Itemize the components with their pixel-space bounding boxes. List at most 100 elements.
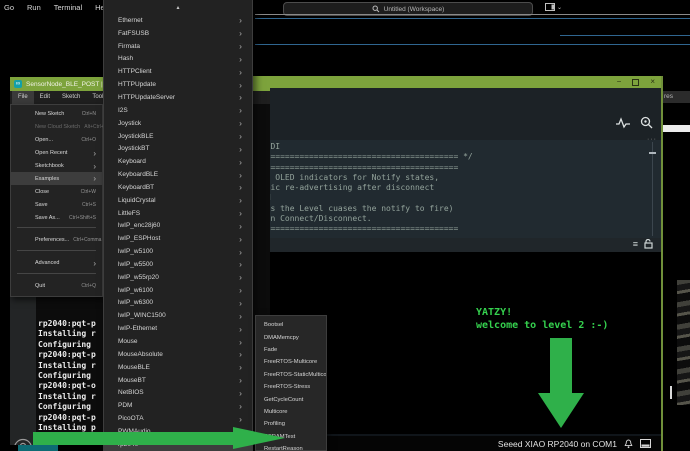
arduino-app-icon: ∞ bbox=[14, 80, 22, 88]
file-menu-item[interactable]: Preferences... Ctrl+Comma bbox=[11, 234, 102, 247]
examples-menu-item[interactable]: I2S bbox=[104, 104, 252, 117]
menu-item-label: PDM bbox=[118, 402, 132, 409]
examples-menu-item[interactable]: NetBIOS bbox=[104, 386, 252, 399]
menu-item-label: Sketchbook bbox=[35, 163, 64, 169]
desktop-menubar: GoRunTerminalHelp bbox=[4, 3, 111, 12]
examples-menu-item[interactable]: Firmata bbox=[104, 40, 252, 53]
menu-item-label: Hash bbox=[118, 55, 133, 62]
examples-menu-item[interactable]: lwIP-Ethernet bbox=[104, 322, 252, 335]
rp2040-submenu-item[interactable]: GetCycleCount bbox=[256, 393, 326, 405]
examples-menu-item[interactable]: HTTPClient bbox=[104, 65, 252, 78]
layout-toggle-button[interactable]: ⌄ bbox=[545, 3, 562, 11]
examples-menu-item[interactable]: Ethernet bbox=[104, 14, 252, 27]
menu-item-label: lwIP_WINC1500 bbox=[118, 312, 166, 319]
examples-menu-item[interactable]: Hash bbox=[104, 53, 252, 66]
menu-item-label: Mouse bbox=[118, 338, 138, 345]
examples-menu-item[interactable]: JoystickBLE bbox=[104, 130, 252, 143]
examples-menu-item[interactable]: HTTPUpdate bbox=[104, 78, 252, 91]
menubar-item[interactable]: Edit bbox=[34, 91, 56, 104]
menu-item-label: HTTPClient bbox=[118, 68, 152, 75]
examples-menu-item[interactable]: lwIP_w5100 bbox=[104, 245, 252, 258]
file-menu-item[interactable]: Sketchbook bbox=[11, 160, 102, 173]
file-menu-item[interactable]: New Cloud Sketch Alt+Ctrl+N bbox=[11, 121, 102, 134]
menu-item-shortcut: Ctrl+W bbox=[81, 189, 96, 195]
account-icon[interactable] bbox=[13, 438, 33, 445]
file-menu-item[interactable]: Save Ctrl+S bbox=[11, 198, 102, 211]
examples-menu-item[interactable]: FatFSUSB bbox=[104, 27, 252, 40]
examples-menu-item[interactable]: lwIP_enc28j60 bbox=[104, 220, 252, 233]
rp2040-submenu-item[interactable]: FreeRTOS-Stress bbox=[256, 381, 326, 393]
examples-menu-item[interactable]: MouseAbsolute bbox=[104, 348, 252, 361]
file-menu-item[interactable]: Save As... Ctrl+Shift+S bbox=[11, 211, 102, 224]
examples-menu-item[interactable]: LittleFS bbox=[104, 207, 252, 220]
unlock-icon[interactable] bbox=[644, 239, 653, 249]
examples-menu-item[interactable]: Keyboard bbox=[104, 155, 252, 168]
file-menu-item[interactable]: Quit Ctrl+Q bbox=[11, 280, 102, 293]
annotation-arrow-right bbox=[33, 427, 285, 450]
main-window-titlebar[interactable]: − × bbox=[228, 76, 661, 88]
desktop-menu-item[interactable]: Terminal bbox=[54, 3, 82, 12]
examples-menu-item[interactable]: MouseBT bbox=[104, 374, 252, 387]
examples-menu-item[interactable]: Joystick bbox=[104, 117, 252, 130]
rp2040-submenu-item[interactable]: DMAMemcpy bbox=[256, 331, 326, 343]
examples-menu-item[interactable]: lwIP_WINC1500 bbox=[104, 309, 252, 322]
examples-menu-item[interactable]: LiquidCrystal bbox=[104, 194, 252, 207]
toggle-panel-icon[interactable] bbox=[640, 439, 651, 448]
desktop-menu-item[interactable]: Run bbox=[27, 3, 41, 12]
close-button[interactable]: × bbox=[650, 77, 655, 87]
code-editor[interactable]: 0 EDI===================================… bbox=[228, 140, 661, 238]
examples-menu-item[interactable]: KeyboardBT bbox=[104, 181, 252, 194]
editor-scrollbar-thumb[interactable] bbox=[649, 152, 656, 154]
file-menu-item[interactable]: Close Ctrl+W bbox=[11, 185, 102, 198]
code-comment-block: 0 EDI===================================… bbox=[256, 142, 473, 235]
rp2040-submenu-item[interactable]: FreeRTOS-StaticMulticore bbox=[256, 369, 326, 381]
minimize-button[interactable]: − bbox=[617, 77, 622, 87]
menu-item-label: I2S bbox=[118, 107, 128, 114]
rp2040-submenu-item[interactable]: Bootsel bbox=[256, 319, 326, 331]
file-menu-item[interactable]: Open Recent bbox=[11, 147, 102, 160]
examples-menu: ▴ Ethernet FatFSUSB Firmata Hash HTTPCli… bbox=[103, 0, 253, 451]
menubar-item[interactable]: File bbox=[12, 91, 34, 104]
examples-menu-item[interactable]: PDM bbox=[104, 399, 252, 412]
examples-menu-item[interactable]: lwIP_w6300 bbox=[104, 297, 252, 310]
menu-item-label: Keyboard bbox=[118, 158, 146, 165]
menu-item-label: New Cloud Sketch bbox=[35, 124, 80, 130]
file-menu-item[interactable] bbox=[11, 273, 102, 280]
background-fragment bbox=[662, 125, 690, 132]
examples-menu-item[interactable]: Mouse bbox=[104, 335, 252, 348]
file-menu-item[interactable]: Open... Ctrl+O bbox=[11, 134, 102, 147]
examples-menu-item[interactable]: lwIP_w5500 bbox=[104, 258, 252, 271]
menu-item-label: New Sketch bbox=[35, 111, 64, 117]
examples-menu-item[interactable]: MouseBLE bbox=[104, 361, 252, 374]
examples-menu-item[interactable]: lwIP_w6100 bbox=[104, 284, 252, 297]
examples-menu-item[interactable]: HTTPUpdateServer bbox=[104, 91, 252, 104]
examples-menu-item[interactable]: JoystickBT bbox=[104, 142, 252, 155]
menu-item-label: GetCycleCount bbox=[264, 397, 303, 403]
console-output-icon[interactable]: ≡ bbox=[633, 239, 638, 249]
editor-scrollbar[interactable] bbox=[652, 142, 653, 236]
desktop-menu-item[interactable]: Go bbox=[4, 3, 14, 12]
maximize-button[interactable] bbox=[632, 79, 639, 86]
file-menu-item[interactable]: Advanced bbox=[11, 257, 102, 270]
install-log-line: Installing r bbox=[38, 361, 96, 371]
scroll-up-icon[interactable]: ▴ bbox=[104, 2, 252, 14]
divider-line bbox=[255, 14, 690, 15]
menubar-item[interactable]: Sketch bbox=[56, 91, 86, 104]
menu-item-label: Joystick bbox=[118, 120, 141, 127]
serial-monitor-icon[interactable] bbox=[640, 116, 653, 129]
file-menu-item[interactable]: New Sketch Ctrl+N bbox=[11, 108, 102, 121]
rp2040-submenu-item[interactable]: Fade bbox=[256, 344, 326, 356]
serial-plotter-icon[interactable] bbox=[616, 117, 630, 129]
divider-line bbox=[255, 44, 690, 45]
examples-menu-item[interactable]: KeyboardBLE bbox=[104, 168, 252, 181]
rp2040-submenu-item[interactable]: Multicore bbox=[256, 406, 326, 418]
examples-menu-item[interactable]: PicoOTA bbox=[104, 412, 252, 425]
rp2040-submenu-item[interactable]: FreeRTOS-Multicore bbox=[256, 356, 326, 368]
notifications-bell-icon[interactable] bbox=[624, 439, 633, 449]
file-menu-item[interactable] bbox=[11, 227, 102, 234]
file-menu-item[interactable]: Examples bbox=[11, 172, 102, 185]
file-menu-item[interactable] bbox=[11, 250, 102, 257]
examples-menu-item[interactable]: lwIP_ESPHost bbox=[104, 232, 252, 245]
board-port-label[interactable]: Seeed XIAO RP2040 on COM1 bbox=[498, 439, 617, 449]
examples-menu-item[interactable]: lwIP_w55rp20 bbox=[104, 271, 252, 284]
